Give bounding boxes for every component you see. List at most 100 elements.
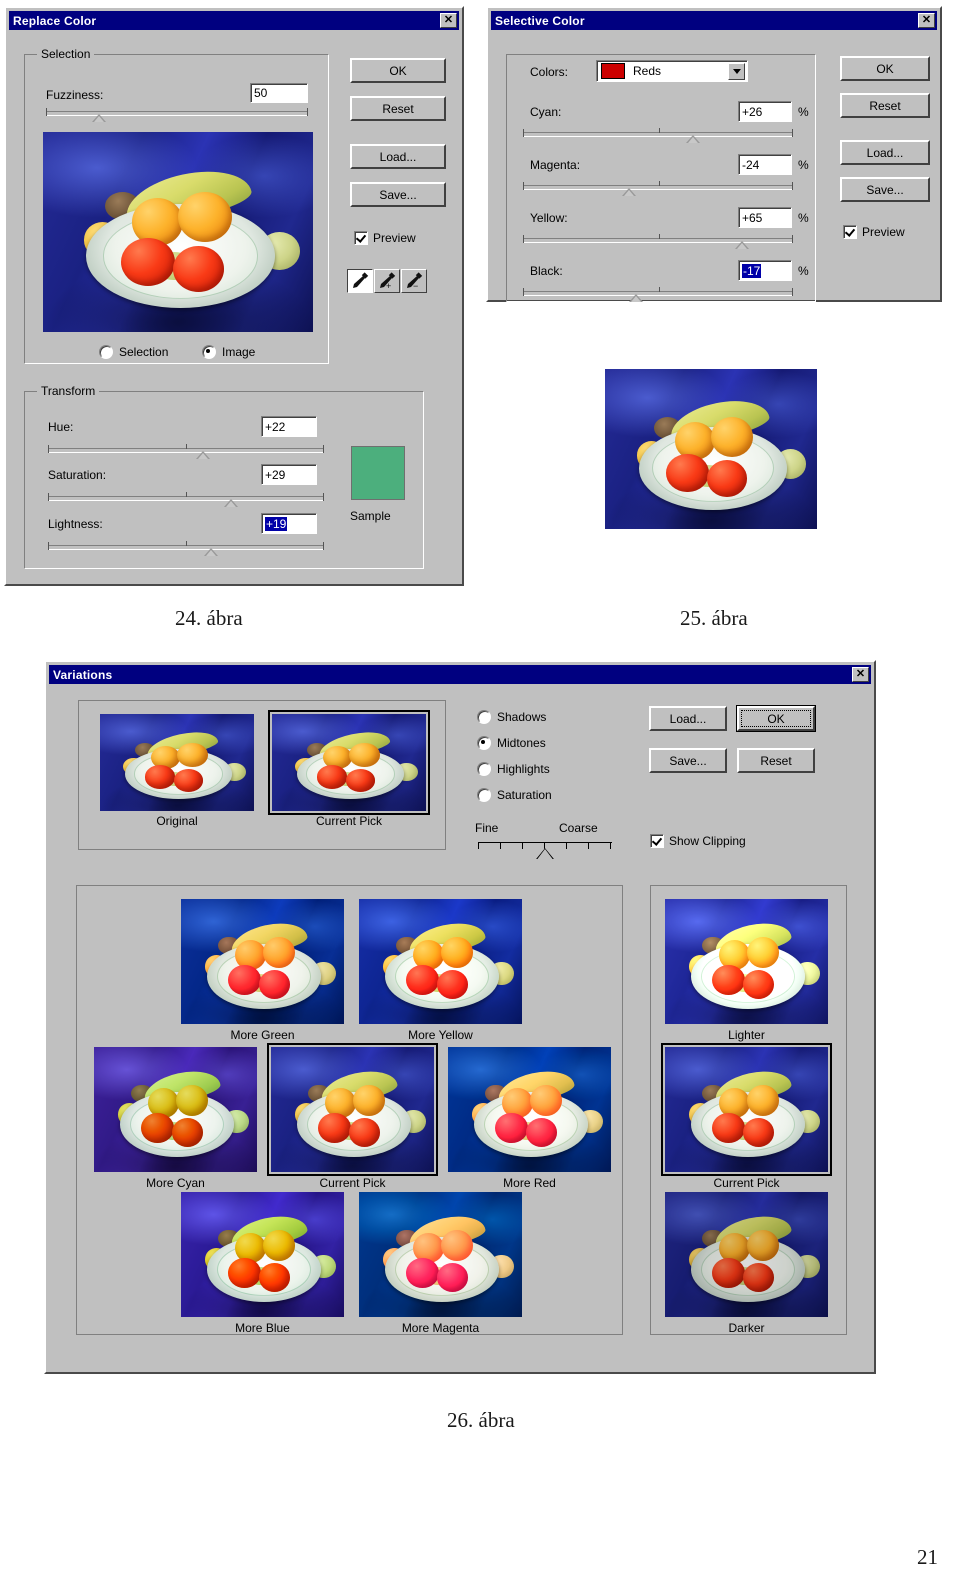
selective-color-load-button[interactable]: Load... <box>840 140 930 165</box>
fuzziness-slider[interactable] <box>46 108 308 125</box>
orange-2 <box>175 1084 209 1116</box>
radio-selection[interactable]: Selection <box>99 345 168 359</box>
black-slider[interactable] <box>523 287 793 305</box>
slider-thumb[interactable] <box>622 188 636 196</box>
magenta-label: Magenta: <box>530 158 581 172</box>
replace-color-load-button[interactable]: Load... <box>350 144 446 169</box>
chevron-down-icon[interactable] <box>728 62 745 80</box>
yellow-unit: % <box>798 211 809 225</box>
image-radio-icon[interactable] <box>202 345 216 359</box>
replace-color-titlebar[interactable]: Replace Color ✕ <box>9 11 459 30</box>
variations-titlebar[interactable]: Variations ✕ <box>49 665 871 684</box>
selective-color-preview-checkbox[interactable]: Preview <box>843 225 905 239</box>
eyedropper-add-icon[interactable]: + <box>374 269 400 293</box>
magenta-input[interactable]: -24 <box>738 154 792 175</box>
slider-thumb[interactable] <box>224 499 238 507</box>
fine-coarse-slider[interactable] <box>478 842 612 860</box>
checkbox-icon[interactable] <box>650 834 664 848</box>
radio-image[interactable]: Image <box>202 345 255 359</box>
saturation-input[interactable]: +29 <box>261 464 317 485</box>
midtones-radio-icon[interactable] <box>477 736 491 750</box>
close-icon[interactable]: ✕ <box>440 13 457 28</box>
colors-label: Colors: <box>530 65 569 79</box>
variation-current-pick-right[interactable]: Current Pick <box>661 1043 832 1190</box>
colors-dropdown[interactable]: Reds <box>596 60 748 82</box>
variation-current-pick-center[interactable]: Current Pick <box>267 1043 438 1190</box>
yellow-slider[interactable] <box>523 234 793 252</box>
close-icon[interactable]: ✕ <box>918 13 935 28</box>
checkbox-icon[interactable] <box>354 231 368 245</box>
fuzziness-input[interactable]: 50 <box>250 83 308 103</box>
ok-label: OK <box>389 63 407 78</box>
shadows-radio-icon[interactable] <box>477 710 491 724</box>
variations-load-button[interactable]: Load... <box>649 706 727 731</box>
variations-dialog: Variations ✕ Original Current Pick Shado… <box>44 660 876 1374</box>
show-clipping-checkbox[interactable]: Show Clipping <box>650 834 746 848</box>
selective-color-ok-button[interactable]: OK <box>840 56 930 81</box>
slider-thumb[interactable] <box>629 294 643 302</box>
slider-endcap-left <box>523 182 524 190</box>
lightness-value: +19 <box>265 516 288 531</box>
radio-midtones[interactable]: Midtones <box>477 736 546 750</box>
tomato-2 <box>259 1263 291 1292</box>
variation-more-red[interactable]: More Red <box>448 1047 611 1199</box>
variation-more-cyan[interactable]: More Cyan <box>94 1047 257 1199</box>
variation-more-green[interactable]: More Green <box>181 899 344 1051</box>
radio-highlights[interactable]: Highlights <box>477 762 550 776</box>
slider-thumb[interactable] <box>735 241 749 249</box>
selection-radio-icon[interactable] <box>99 345 113 359</box>
variations-save-button[interactable]: Save... <box>649 748 727 773</box>
slider-thumb[interactable] <box>686 135 700 143</box>
radio-saturation[interactable]: Saturation <box>477 788 552 802</box>
magenta-slider[interactable] <box>523 181 793 199</box>
slider-thumb[interactable] <box>92 114 106 122</box>
replace-color-ok-button[interactable]: OK <box>350 58 446 83</box>
orange-2 <box>349 743 380 768</box>
replace-color-save-button[interactable]: Save... <box>350 182 446 207</box>
lightness-slider[interactable] <box>48 541 324 559</box>
selective-color-save-button[interactable]: Save... <box>840 177 930 202</box>
saturation-slider[interactable] <box>48 492 324 510</box>
variation-lighter[interactable]: Lighter <box>665 899 828 1051</box>
eyedropper-icon[interactable] <box>347 269 373 293</box>
replace-color-reset-button[interactable]: Reset <box>350 96 446 121</box>
radio-shadows[interactable]: Shadows <box>477 710 546 724</box>
close-icon[interactable]: ✕ <box>852 667 869 682</box>
thumb-image <box>271 1047 434 1172</box>
scale-thumb[interactable] <box>536 848 554 859</box>
hue-slider[interactable] <box>48 444 324 462</box>
selective-color-titlebar[interactable]: Selective Color ✕ <box>491 11 937 30</box>
coarse-label: Coarse <box>559 821 598 835</box>
yellow-input[interactable]: +65 <box>738 207 792 228</box>
variations-reset-button[interactable]: Reset <box>737 748 815 773</box>
replace-color-preview-checkbox[interactable]: Preview <box>354 231 416 245</box>
variation-more-blue[interactable]: More Blue <box>181 1192 344 1344</box>
replace-color-preview-image[interactable] <box>43 132 313 332</box>
sample-swatch[interactable] <box>351 446 405 500</box>
selective-color-reset-button[interactable]: Reset <box>840 93 930 118</box>
variation-darker[interactable]: Darker <box>665 1192 828 1344</box>
thumb-current-pick-top[interactable]: Current Pick <box>268 710 430 828</box>
eyedropper-subtract-icon[interactable]: − <box>401 269 427 293</box>
black-input[interactable]: -17 <box>738 260 792 281</box>
highlights-radio-icon[interactable] <box>477 762 491 776</box>
slider-track <box>523 132 793 137</box>
cyan-slider[interactable] <box>523 128 793 146</box>
scale-line <box>478 842 612 843</box>
tomato-1 <box>406 1258 439 1289</box>
saturation-value: +29 <box>265 467 286 482</box>
thumb-original[interactable]: Original <box>100 714 254 830</box>
lightness-input[interactable]: +19 <box>261 513 317 534</box>
variations-ok-button[interactable]: OK <box>736 705 816 732</box>
slider-thumb[interactable] <box>196 451 210 459</box>
saturation-radio-icon[interactable] <box>477 788 491 802</box>
slider-endcap-left <box>523 235 524 243</box>
hue-input[interactable]: +22 <box>261 416 317 437</box>
reset-label: Reset <box>869 98 901 113</box>
checkbox-icon[interactable] <box>843 225 857 239</box>
document-page: Replace Color ✕ Selection Fuzziness: 50 <box>0 0 960 1588</box>
variation-more-yellow[interactable]: More Yellow <box>359 899 522 1051</box>
variation-more-magenta[interactable]: More Magenta <box>359 1192 522 1344</box>
cyan-input[interactable]: +26 <box>738 101 792 122</box>
slider-thumb[interactable] <box>204 548 218 556</box>
